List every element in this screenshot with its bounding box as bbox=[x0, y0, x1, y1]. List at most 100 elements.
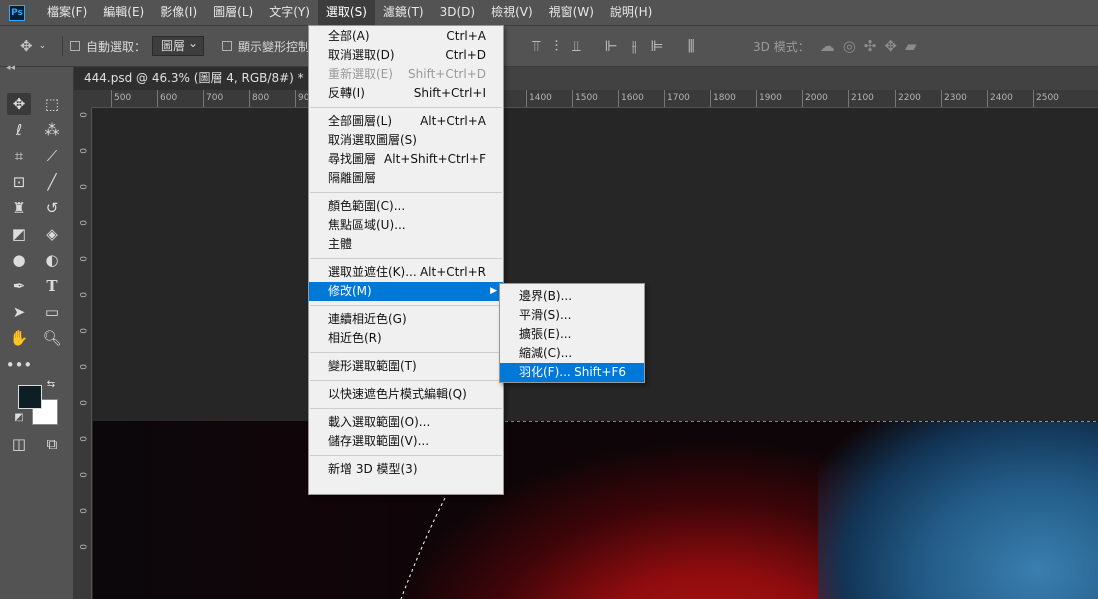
menu-feather[interactable]: 羽化(F)... Shift+F6 bbox=[500, 363, 644, 382]
orbit-3d-icon[interactable]: ☁ bbox=[820, 37, 835, 55]
menu-filter[interactable]: 濾鏡(T) bbox=[375, 0, 432, 25]
ruler-label: 0 bbox=[77, 508, 87, 514]
eraser-icon[interactable]: ◩ bbox=[7, 223, 31, 245]
default-colors-icon[interactable]: ◩ bbox=[12, 410, 26, 424]
menu-deselect-layers[interactable]: 取消選取圖層(S) bbox=[309, 131, 503, 150]
quick-mask-icon[interactable]: ◫ bbox=[7, 433, 31, 455]
menu-save-selection[interactable]: 儲存選取範圍(V)... bbox=[309, 432, 503, 451]
swap-colors-icon[interactable]: ⇆ bbox=[44, 377, 58, 391]
align-vcenter-icon[interactable]: ⫶ bbox=[554, 37, 558, 55]
menu-similar[interactable]: 相近色(R) bbox=[309, 329, 503, 348]
ruler-label: 1500 bbox=[575, 93, 598, 103]
align-top-icon[interactable]: ⫪ bbox=[532, 37, 540, 55]
menu-help[interactable]: 說明(H) bbox=[602, 0, 660, 25]
menu-expand[interactable]: 擴張(E)... bbox=[500, 325, 644, 344]
menu-find-layers[interactable]: 尋找圖層 Alt+Shift+Ctrl+F bbox=[309, 150, 503, 169]
move-tool-preset[interactable]: ✥ ⌄ bbox=[20, 26, 46, 66]
document-tab[interactable]: 444.psd @ 46.3% (圖層 4, RGB/8#) * × bbox=[74, 67, 336, 90]
eyedropper-icon[interactable]: ⟋ bbox=[40, 145, 64, 167]
menu-deselect[interactable]: 取消選取(D) Ctrl+D bbox=[309, 46, 503, 65]
document-image[interactable] bbox=[93, 421, 1098, 599]
menu-image[interactable]: 影像(I) bbox=[152, 0, 205, 25]
frame-tool-icon[interactable]: ⊡ bbox=[7, 171, 31, 193]
stamp-tool-icon[interactable]: ♜ bbox=[7, 197, 31, 219]
dodge-tool-icon[interactable]: ◐ bbox=[40, 249, 64, 271]
auto-select-label: 自動選取： bbox=[86, 39, 147, 54]
auto-select-dropdown[interactable]: 圖層 bbox=[152, 34, 205, 56]
menu-layer[interactable]: 圖層(L) bbox=[205, 0, 261, 25]
menu-transform-selection[interactable]: 變形選取範圍(T) bbox=[309, 357, 503, 376]
move-tool-icon[interactable]: ✥ bbox=[7, 93, 31, 115]
paint-bucket-icon[interactable]: ◈ bbox=[40, 223, 64, 245]
menu-select[interactable]: 選取(S) bbox=[317, 0, 375, 25]
screen-mode-icon[interactable]: ⧉ bbox=[40, 433, 64, 455]
rectangle-tool-icon[interactable]: ▭ bbox=[40, 301, 64, 323]
menu-item-label: 連續相近色(G) bbox=[328, 312, 407, 326]
drag-3d-icon[interactable]: ✣ bbox=[864, 37, 877, 55]
magic-wand-icon[interactable]: ⁂ bbox=[40, 119, 64, 141]
chevron-down-icon: ⌄ bbox=[38, 41, 47, 51]
menu-file[interactable]: 檔案(F) bbox=[39, 0, 95, 25]
menu-color-range[interactable]: 顏色範圍(C)... bbox=[309, 197, 503, 216]
ruler-corner[interactable] bbox=[74, 90, 92, 108]
menu-quick-mask[interactable]: 以快速遮色片模式編輯(Q) bbox=[309, 385, 503, 404]
menu-select-all[interactable]: 全部(A) Ctrl+A bbox=[309, 27, 503, 46]
ruler-label: 0 bbox=[77, 292, 87, 298]
menu-new-3d-model[interactable]: 新增 3D 模型(3) bbox=[309, 460, 503, 479]
menu-item-label: 擴張(E)... bbox=[519, 327, 572, 341]
ruler-label: 0 bbox=[77, 328, 87, 334]
more-tools-icon[interactable]: ••• bbox=[6, 354, 33, 376]
transform-controls-option[interactable]: 顯示變形控制 bbox=[222, 26, 310, 66]
lasso-tool-icon[interactable]: ℓ bbox=[7, 119, 31, 141]
document-tab-bar: 444.psd @ 46.3% (圖層 4, RGB/8#) * × bbox=[74, 67, 1098, 90]
menu-load-selection[interactable]: 載入選取範圍(O)... bbox=[309, 413, 503, 432]
transform-controls-checkbox[interactable] bbox=[222, 41, 232, 51]
marquee-tool-icon[interactable]: ⬚ bbox=[40, 93, 64, 115]
align-right-icon[interactable]: ⊫ bbox=[651, 37, 664, 55]
document-title: 444.psd @ 46.3% (圖層 4, RGB/8#) * bbox=[84, 71, 304, 85]
menu-edit[interactable]: 編輯(E) bbox=[95, 0, 152, 25]
history-brush-icon[interactable]: ↺ bbox=[40, 197, 64, 219]
roll-3d-icon[interactable]: ◎ bbox=[843, 37, 856, 55]
ruler-label: 0 bbox=[77, 112, 87, 118]
menu-view[interactable]: 檢視(V) bbox=[483, 0, 541, 25]
auto-select-option[interactable]: 自動選取： 圖層 bbox=[70, 26, 205, 66]
menu-smooth[interactable]: 平滑(S)... bbox=[500, 306, 644, 325]
menu-all-layers[interactable]: 全部圖層(L) Alt+Ctrl+A bbox=[309, 112, 503, 131]
menu-inverse[interactable]: 反轉(I) Shift+Ctrl+I bbox=[309, 84, 503, 103]
crop-tool-icon[interactable]: ⌗ bbox=[7, 145, 31, 167]
hand-tool-icon[interactable]: ✋ bbox=[7, 327, 31, 349]
menu-window[interactable]: 視窗(W) bbox=[541, 0, 602, 25]
distribute-icon[interactable]: ⫼ bbox=[688, 37, 695, 55]
auto-select-checkbox[interactable] bbox=[70, 41, 80, 51]
align-hcenter-icon[interactable]: ⫲ bbox=[632, 37, 637, 55]
menu-grow[interactable]: 連續相近色(G) bbox=[309, 310, 503, 329]
collapse-panel-icon[interactable]: ◂◂ bbox=[6, 63, 15, 73]
camera-3d-icon[interactable]: ▰ bbox=[905, 37, 917, 55]
foreground-color-swatch[interactable] bbox=[18, 385, 42, 409]
ruler-label: 0 bbox=[77, 364, 87, 370]
vertical-ruler[interactable]: 0 0 0 0 0 0 0 0 0 0 0 0 0 bbox=[74, 108, 92, 599]
menu-3d[interactable]: 3D(D) bbox=[432, 0, 483, 25]
pen-tool-icon[interactable]: ✒ bbox=[7, 275, 31, 297]
menu-modify[interactable]: 修改(M) ▶ bbox=[309, 282, 503, 301]
menu-type[interactable]: 文字(Y) bbox=[261, 0, 318, 25]
menu-contract[interactable]: 縮減(C)... bbox=[500, 344, 644, 363]
align-bottom-icon[interactable]: ⫫ bbox=[572, 37, 580, 55]
brush-tool-icon[interactable]: ╱ bbox=[40, 171, 64, 193]
ruler-label: 0 bbox=[77, 148, 87, 154]
menu-separator bbox=[310, 258, 502, 259]
ruler-label: 0 bbox=[77, 400, 87, 406]
menu-subject[interactable]: 主體 bbox=[309, 235, 503, 254]
menu-focus-area[interactable]: 焦點區域(U)... bbox=[309, 216, 503, 235]
menu-border[interactable]: 邊界(B)... bbox=[500, 287, 644, 306]
blur-tool-icon[interactable]: ● bbox=[7, 249, 31, 271]
menu-select-and-mask[interactable]: 選取並遮住(K)... Alt+Ctrl+R bbox=[309, 263, 503, 282]
menu-isolate-layers[interactable]: 隔離圖層 bbox=[309, 169, 503, 188]
horizontal-ruler[interactable]: 500 600 700 800 90 1400 1500 1600 1700 1… bbox=[92, 90, 1098, 108]
zoom-tool-icon[interactable]: 🔍︎ bbox=[40, 327, 64, 349]
align-left-icon[interactable]: ⊩ bbox=[605, 37, 618, 55]
type-tool-icon[interactable]: T bbox=[40, 275, 64, 297]
path-select-icon[interactable]: ➤ bbox=[7, 301, 31, 323]
slide-3d-icon[interactable]: ✥ bbox=[884, 37, 897, 55]
